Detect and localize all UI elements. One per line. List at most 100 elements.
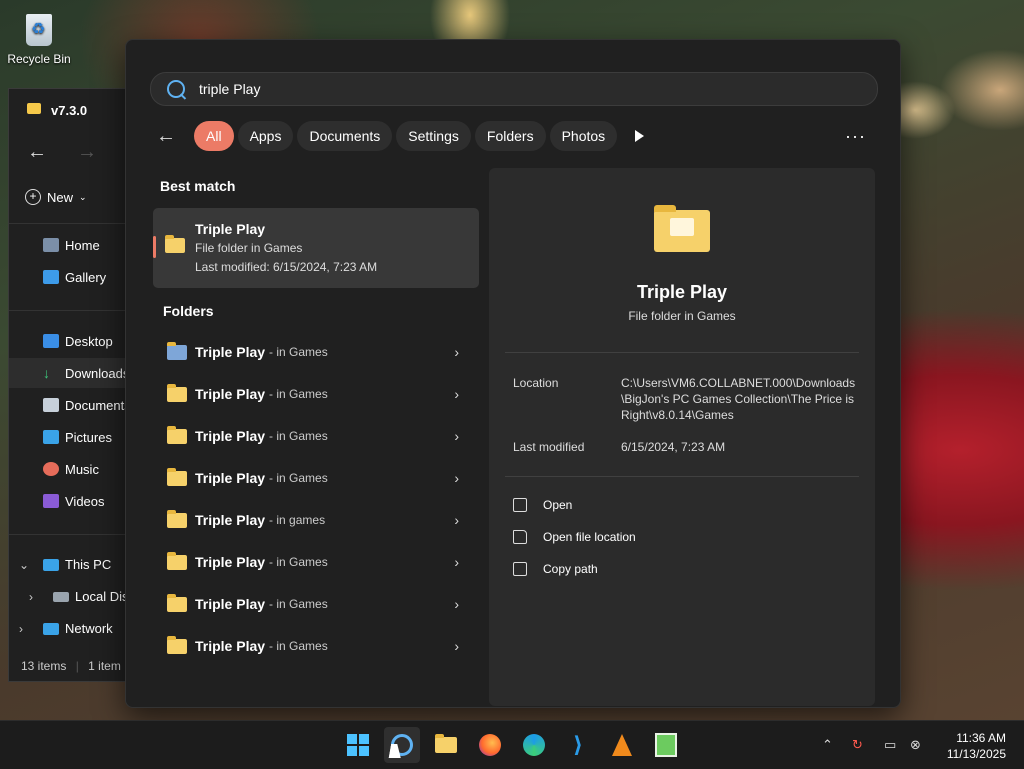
sync-icon[interactable]: ↻ xyxy=(852,737,863,753)
notepad-taskbar-button[interactable] xyxy=(648,727,684,763)
notepad-icon xyxy=(655,733,677,757)
selection-indicator xyxy=(153,236,156,258)
clock-date: 11/13/2025 xyxy=(946,747,1006,761)
filter-settings[interactable]: Settings xyxy=(396,121,471,151)
windows-icon xyxy=(347,734,369,756)
more-options-icon[interactable]: ··· xyxy=(845,126,866,147)
folder-outline-icon xyxy=(513,530,527,544)
clock[interactable]: 11:36 AM 11/13/2025 xyxy=(947,730,1006,762)
filter-apps[interactable]: Apps xyxy=(237,121,294,151)
folder-result[interactable]: Triple Play - in Games › xyxy=(153,332,479,372)
filter-all[interactable]: All xyxy=(194,121,234,151)
filter-photos[interactable]: Photos xyxy=(549,121,618,151)
folder-result[interactable]: Triple Play - in Games › xyxy=(153,626,479,666)
chevron-right-icon: › xyxy=(454,470,459,486)
forward-arrow-icon[interactable]: → xyxy=(77,141,97,164)
folder-result[interactable]: Triple Play - in Games › xyxy=(153,584,479,624)
tree-item-network[interactable]: › Network xyxy=(19,621,113,636)
folder-icon xyxy=(167,593,187,612)
computer-icon xyxy=(43,558,59,571)
chevron-down-icon: ⌄ xyxy=(19,557,30,572)
network-disconnected-icon[interactable]: ⊗ xyxy=(910,737,921,753)
search-input[interactable] xyxy=(197,80,801,98)
tree-item-this-pc[interactable]: ⌄ This PC xyxy=(19,557,111,572)
mouse-cursor xyxy=(388,744,404,758)
recycle-bin-label: Recycle Bin xyxy=(7,52,71,66)
firefox-icon xyxy=(479,734,501,756)
folder-result[interactable]: Triple Play - in Games › xyxy=(153,458,479,498)
home-icon xyxy=(43,238,59,252)
folder-result[interactable]: Triple Play - in Games › xyxy=(153,374,479,414)
preview-subtitle: File folder in Games xyxy=(628,309,736,323)
plus-icon: + xyxy=(25,189,41,205)
chevron-up-icon[interactable]: ⌃ xyxy=(822,737,833,753)
chevron-right-icon: › xyxy=(29,589,33,604)
chevron-right-icon: › xyxy=(454,596,459,612)
location-value: C:\Users\VM6.COLLABNET.000\Downloads\Big… xyxy=(621,376,856,422)
best-match-subtitle: File folder in Games xyxy=(195,241,303,255)
folder-icon xyxy=(167,551,187,570)
start-button[interactable] xyxy=(340,727,376,763)
taskbar: ⟩ ⌃ ↻ ▭ ⊗ 11:36 AM 11/13/2025 xyxy=(0,720,1024,769)
document-icon xyxy=(43,398,59,412)
tree-item-local-disk[interactable]: › Local Disk xyxy=(29,589,135,604)
pictures-icon xyxy=(43,430,59,444)
search-icon xyxy=(167,80,185,98)
chevron-right-icon: › xyxy=(454,638,459,654)
chevron-right-icon: › xyxy=(454,428,459,444)
location-label: Location xyxy=(513,376,559,390)
chevron-down-icon: ⌄ xyxy=(79,191,87,202)
chevron-right-icon: › xyxy=(454,512,459,528)
best-match-modified: Last modified: 6/15/2024, 7:23 AM xyxy=(195,260,378,274)
filter-documents[interactable]: Documents xyxy=(297,121,393,151)
folder-icon xyxy=(167,425,187,444)
open-external-icon xyxy=(513,498,527,512)
display-icon[interactable]: ▭ xyxy=(884,737,896,753)
vscode-taskbar-button[interactable]: ⟩ xyxy=(560,727,596,763)
folder-icon xyxy=(167,467,187,486)
preview-pane: Triple Play File folder in Games Locatio… xyxy=(489,168,875,706)
recycle-bin-shortcut[interactable]: ♻ Recycle Bin xyxy=(6,8,72,66)
folder-icon xyxy=(167,509,187,528)
search-panel: ← All Apps Documents Settings Folders Ph… xyxy=(125,39,901,708)
download-icon: ↓ xyxy=(43,365,50,381)
preview-title: Triple Play xyxy=(636,282,728,302)
folder-icon xyxy=(167,635,187,654)
new-button[interactable]: + New ⌄ xyxy=(25,189,87,205)
drive-icon xyxy=(53,591,69,602)
open-action[interactable]: Open xyxy=(513,498,572,512)
firefox-taskbar-button[interactable] xyxy=(472,727,508,763)
chevron-right-icon: › xyxy=(454,386,459,402)
edge-icon xyxy=(523,734,545,756)
folder-icon xyxy=(654,205,710,252)
back-arrow-icon[interactable]: ← xyxy=(27,141,47,164)
desktop-icon xyxy=(43,334,59,348)
folder-icon xyxy=(435,734,457,753)
copy-path-action[interactable]: Copy path xyxy=(513,562,598,576)
vlc-icon xyxy=(612,734,632,756)
folder-result[interactable]: Triple Play - in games › xyxy=(153,500,479,540)
folder-result[interactable]: Triple Play - in Games › xyxy=(153,416,479,456)
open-file-location-action[interactable]: Open file location xyxy=(513,530,636,544)
search-box[interactable] xyxy=(150,72,878,106)
folder-icon xyxy=(167,341,187,360)
edge-taskbar-button[interactable] xyxy=(516,727,552,763)
chevron-right-icon: › xyxy=(19,621,23,636)
play-icon[interactable] xyxy=(635,130,645,142)
clock-time: 11:36 AM xyxy=(956,731,1006,745)
folder-icon xyxy=(167,383,187,402)
network-icon xyxy=(43,622,59,635)
back-arrow-icon[interactable]: ← xyxy=(156,125,194,148)
recycle-bin-icon: ♻ xyxy=(22,8,56,48)
folders-heading: Folders xyxy=(163,303,214,319)
explorer-title: v7.3.0 xyxy=(27,103,87,118)
best-match-item[interactable]: Triple Play File folder in Games Last mo… xyxy=(153,208,479,288)
folder-result[interactable]: Triple Play - in Games › xyxy=(153,542,479,582)
vscode-icon: ⟩ xyxy=(572,732,584,757)
filter-folders[interactable]: Folders xyxy=(474,121,546,151)
gallery-icon xyxy=(43,270,59,284)
video-icon xyxy=(43,494,59,508)
vlc-taskbar-button[interactable] xyxy=(604,727,640,763)
chevron-right-icon: › xyxy=(454,554,459,570)
file-explorer-taskbar-button[interactable] xyxy=(428,727,464,763)
